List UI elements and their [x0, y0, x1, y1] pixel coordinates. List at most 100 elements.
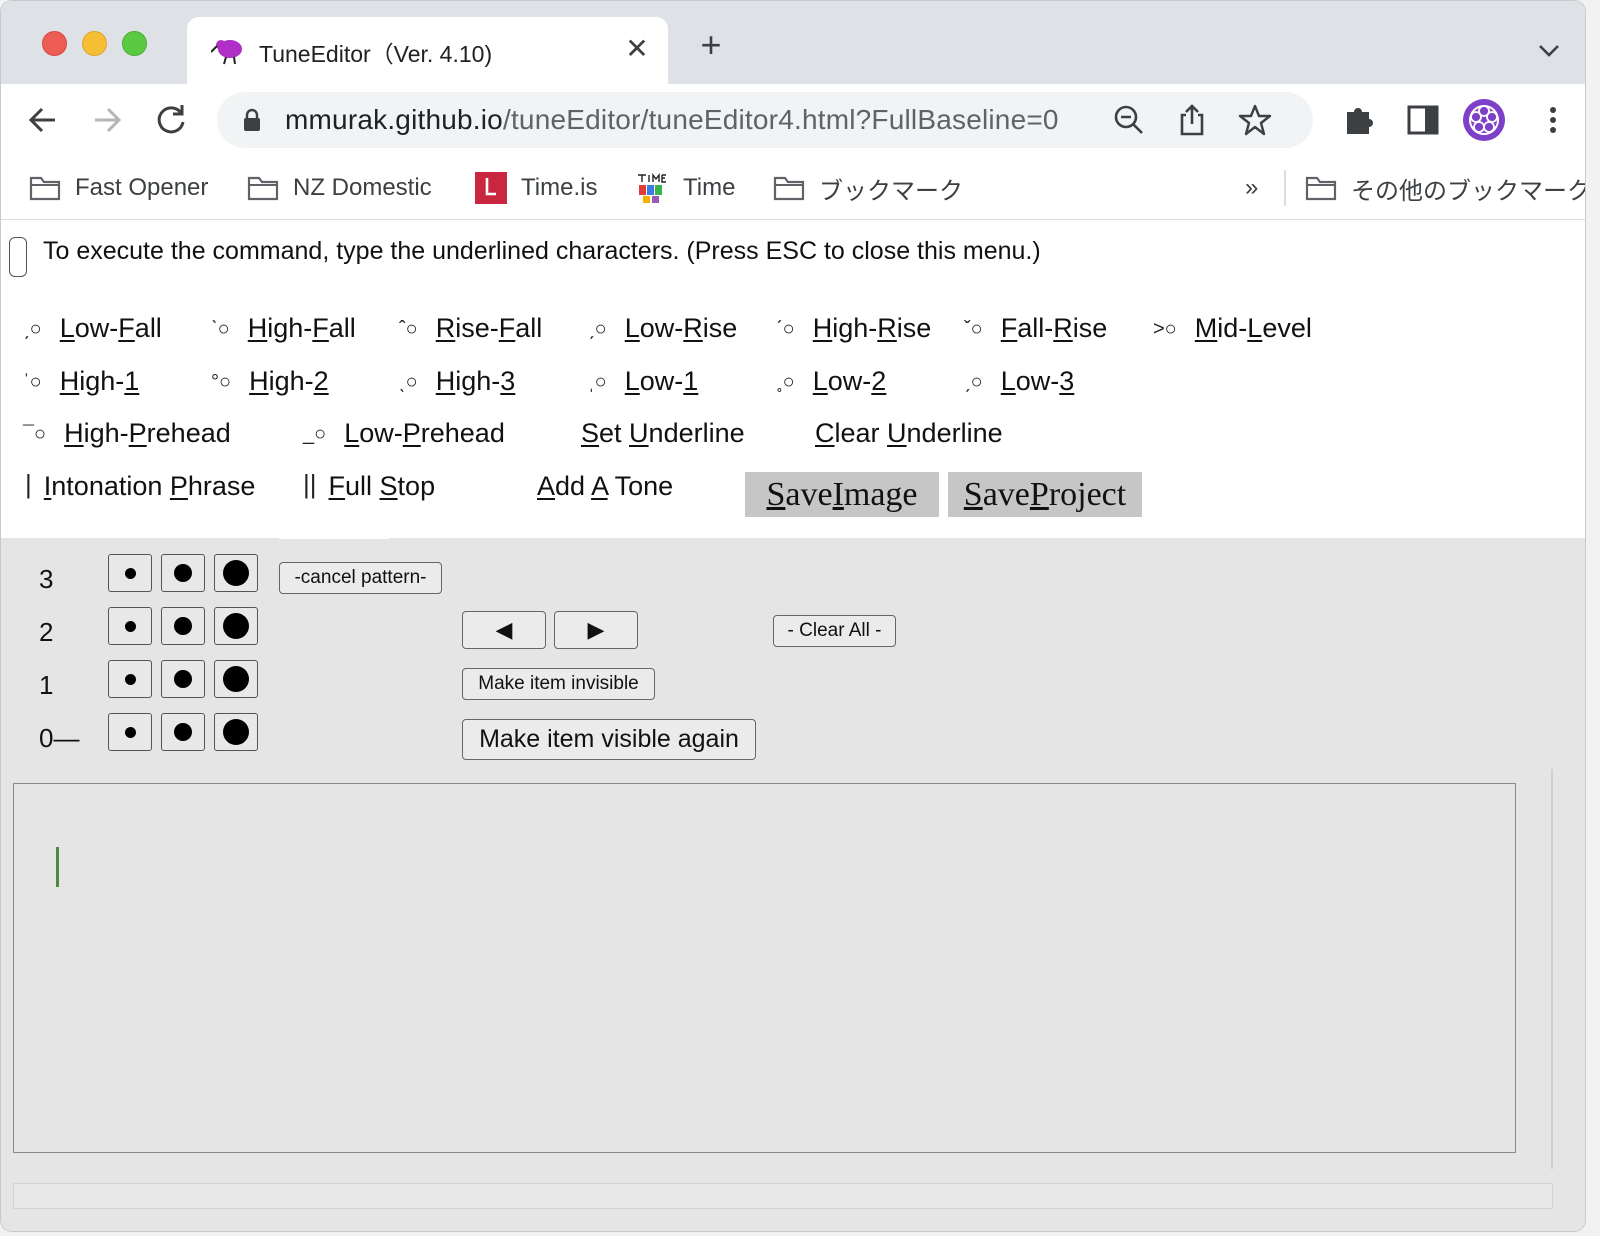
- cmd-full-stop[interactable]: || Full Stop: [303, 469, 435, 502]
- folder-icon: [247, 176, 279, 201]
- tone-symbol: _○: [303, 423, 327, 445]
- stop-symbol: ||: [303, 469, 317, 499]
- cmd-clear-underline[interactable]: Clear Underline: [815, 418, 1003, 449]
- hidden-tab-edge: [279, 537, 389, 539]
- bookmark-bookmarks-folder[interactable]: ブックマーク: [773, 168, 963, 208]
- tone-symbol: ˋ○: [211, 318, 230, 340]
- dot-large-level-0[interactable]: [214, 713, 258, 751]
- dot-small-level-3[interactable]: [108, 554, 152, 592]
- tone-symbol: ¯○: [23, 423, 47, 445]
- address-bar[interactable]: mmurak.github.io/tuneEditor/tuneEditor4.…: [217, 92, 1313, 148]
- cmd-add-a-tone[interactable]: Add A Tone: [537, 471, 673, 502]
- tone-symbol: ˳○: [776, 371, 795, 393]
- cmd-high-2[interactable]: °○ High-2: [211, 366, 329, 397]
- reload-icon[interactable]: [149, 98, 193, 142]
- bookmark-star-icon[interactable]: [1237, 102, 1273, 138]
- clear-all-button[interactable]: - Clear All -: [773, 615, 896, 647]
- share-icon[interactable]: [1174, 102, 1210, 138]
- cmd-high-prehead[interactable]: ¯○ High-Prehead: [23, 418, 231, 449]
- zoom-icon[interactable]: [1111, 102, 1147, 138]
- save-image-button[interactable]: Save Image: [745, 472, 939, 517]
- menu-hint: To execute the command, type the underli…: [43, 237, 1041, 265]
- tab-title: TuneEditor（Ver. 4.10): [259, 41, 493, 67]
- dot-small-level-0[interactable]: [108, 713, 152, 751]
- dot-medium-level-1[interactable]: [161, 660, 205, 698]
- tab-strip: TuneEditor（Ver. 4.10) ✕ +: [1, 1, 1585, 84]
- cmd-low-3[interactable]: ˏ○ Low-3: [964, 366, 1074, 397]
- bookmark-nz-domestic[interactable]: NZ Domestic: [247, 168, 432, 208]
- minimize-window-button[interactable]: [82, 31, 107, 56]
- bookmarks-overflow-button[interactable]: »: [1245, 168, 1258, 208]
- make-item-invisible-button[interactable]: Make item invisible: [462, 668, 655, 700]
- cmd-low-1[interactable]: ˌ○ Low-1: [588, 366, 698, 397]
- cmd-high-1[interactable]: ˈ○ High-1: [23, 366, 139, 397]
- browser-tab-active[interactable]: TuneEditor（Ver. 4.10) ✕: [187, 17, 668, 84]
- bookmark-time[interactable]: Time: [635, 168, 735, 208]
- vertical-scroll-edge[interactable]: [1551, 769, 1553, 1169]
- cmd-low-rise[interactable]: ˏ○ Low-Rise: [588, 313, 737, 344]
- window-edge: [1588, 0, 1600, 1236]
- dot-small-level-1[interactable]: [108, 660, 152, 698]
- bookmark-label: ブックマーク: [819, 177, 963, 205]
- extensions-puzzle-icon[interactable]: [1337, 98, 1381, 142]
- tone-symbol: ˈ○: [23, 371, 42, 393]
- bookmark-fast-opener[interactable]: Fast Opener: [29, 168, 208, 208]
- tone-symbol: ˌ○: [588, 371, 607, 393]
- tune-canvas[interactable]: [13, 783, 1516, 1153]
- bookmark-other-bookmarks[interactable]: その他のブックマーク: [1305, 168, 1585, 208]
- tone-symbol: ˏ○: [588, 318, 607, 340]
- cmd-low-prehead[interactable]: _○ Low-Prehead: [303, 418, 505, 449]
- save-project-button[interactable]: Save Project: [948, 472, 1142, 517]
- cmd-low-2[interactable]: ˳○ Low-2: [776, 366, 886, 397]
- back-arrow-icon[interactable]: [21, 98, 65, 142]
- make-item-visible-button[interactable]: Make item visible again: [462, 719, 756, 760]
- cmd-high-rise[interactable]: ˊ○ High-Rise: [776, 313, 931, 344]
- prev-item-button[interactable]: ◀: [462, 611, 546, 649]
- horizontal-scrollbar[interactable]: [13, 1183, 1553, 1209]
- cmd-intonation-phrase[interactable]: | Intonation Phrase: [25, 469, 255, 502]
- side-panel-icon[interactable]: [1401, 98, 1445, 142]
- chevron-down-icon[interactable]: [1534, 35, 1564, 65]
- command-menu: To execute the command, type the underli…: [1, 221, 1585, 538]
- cmd-high-3[interactable]: ˎ○ High-3: [399, 366, 515, 397]
- tone-symbol: ˇ○: [964, 318, 983, 340]
- insertion-caret: [56, 847, 59, 887]
- tone-symbol: ˆ○: [399, 318, 418, 340]
- time-icon: [637, 172, 667, 203]
- dot-large-level-2[interactable]: [214, 607, 258, 645]
- dot-medium-level-0[interactable]: [161, 713, 205, 751]
- dot-small-level-2[interactable]: [108, 607, 152, 645]
- bookmarks-divider: [1284, 170, 1286, 206]
- profile-avatar-icon[interactable]: [1462, 98, 1506, 142]
- cmd-low-fall[interactable]: ˏ○ Low-Fall: [23, 313, 162, 344]
- kebab-menu-icon[interactable]: [1531, 98, 1575, 142]
- tone-symbol: °○: [211, 371, 232, 393]
- url-text[interactable]: mmurak.github.io/tuneEditor/tuneEditor4.…: [285, 104, 1059, 136]
- new-tab-button[interactable]: +: [693, 27, 729, 65]
- cancel-pattern-button[interactable]: -cancel pattern-: [279, 562, 442, 594]
- page-content: To execute the command, type the underli…: [1, 221, 1585, 1231]
- cmd-mid-level[interactable]: ˃○ Mid-Level: [1153, 313, 1312, 344]
- close-tab-icon[interactable]: ✕: [619, 31, 655, 67]
- cmd-rise-fall[interactable]: ˆ○ Rise-Fall: [399, 313, 542, 344]
- next-item-button[interactable]: ▶: [554, 611, 638, 649]
- dot-large-level-3[interactable]: [214, 554, 258, 592]
- dot-medium-level-3[interactable]: [161, 554, 205, 592]
- close-window-button[interactable]: [42, 31, 67, 56]
- lock-icon[interactable]: [241, 108, 263, 132]
- kiwi-bird-icon: [211, 40, 242, 65]
- tone-symbol: ˏ○: [964, 371, 983, 393]
- zoom-window-button[interactable]: [122, 31, 147, 56]
- dot-large-level-1[interactable]: [214, 660, 258, 698]
- bookmark-time-is[interactable]: Time.is: [475, 168, 597, 208]
- forward-arrow-icon[interactable]: [85, 98, 129, 142]
- timeis-icon: [475, 172, 507, 204]
- folder-icon: [773, 176, 805, 201]
- menu-checkbox[interactable]: [9, 237, 27, 277]
- cmd-fall-rise[interactable]: ˇ○ Fall-Rise: [964, 313, 1107, 344]
- dot-medium-level-2[interactable]: [161, 607, 205, 645]
- bookmark-label: Time: [683, 174, 736, 201]
- cmd-high-fall[interactable]: ˋ○ High-Fall: [211, 313, 356, 344]
- cmd-set-underline[interactable]: Set Underline: [581, 418, 745, 449]
- level-label-0: 0—: [39, 723, 80, 753]
